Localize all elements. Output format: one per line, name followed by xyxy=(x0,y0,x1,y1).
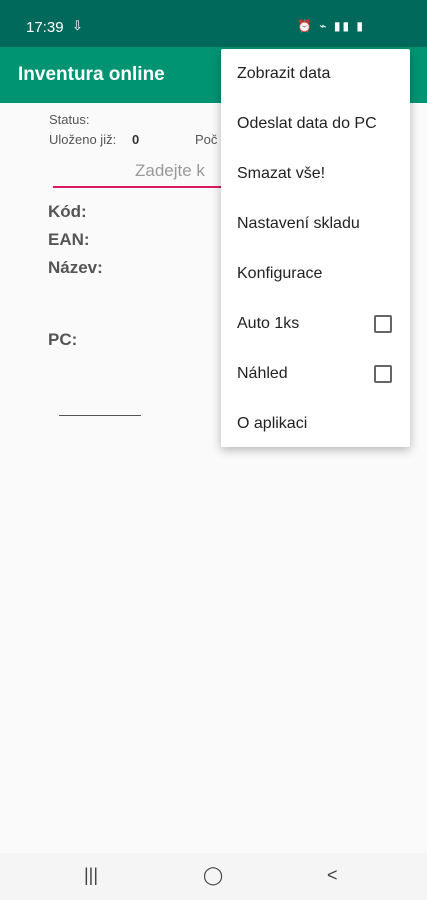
status-time: 17:39 xyxy=(26,19,64,36)
menu-item-send-to-pc[interactable]: Odeslat data do PC xyxy=(221,99,410,149)
underline-divider xyxy=(59,415,141,416)
home-button[interactable]: ◯ xyxy=(203,865,223,886)
navigation-bar: ||| ◯ < xyxy=(0,853,427,900)
recents-button[interactable]: ||| xyxy=(84,865,98,886)
menu-item-auto-1ks[interactable]: Auto 1ks xyxy=(221,299,410,349)
ean-label: EAN: xyxy=(48,230,90,249)
status-icons: ⏰ ⌁ ▮▮ ▮ xyxy=(297,19,365,33)
status-bar: 17:39 ⇩ ⏰ ⌁ ▮▮ ▮ xyxy=(0,0,427,47)
menu-item-preview[interactable]: Náhled xyxy=(221,349,410,399)
auto-1ks-checkbox[interactable] xyxy=(374,315,392,333)
name-label: Název: xyxy=(48,258,103,277)
preview-checkbox[interactable] xyxy=(374,365,392,383)
menu-item-label: Konfigurace xyxy=(237,265,323,282)
menu-item-label: Nastavení skladu xyxy=(237,215,360,232)
menu-item-show-data[interactable]: Zobrazit data xyxy=(221,49,410,99)
menu-item-label: Zobrazit data xyxy=(237,65,331,82)
menu-item-configuration[interactable]: Konfigurace xyxy=(221,249,410,299)
saved-value: 0 xyxy=(132,132,140,147)
code-label: Kód: xyxy=(48,202,87,221)
menu-item-warehouse-settings[interactable]: Nastavení skladu xyxy=(221,199,410,249)
code-input-placeholder: Zadejte k xyxy=(135,161,205,180)
menu-item-label: Smazat vše! xyxy=(237,165,326,182)
back-button[interactable]: < xyxy=(327,865,338,886)
menu-item-label: Auto 1ks xyxy=(237,315,300,332)
download-icon: ⇩ xyxy=(72,18,83,33)
menu-item-label: O aplikaci xyxy=(237,415,308,432)
menu-item-about[interactable]: O aplikaci xyxy=(221,399,410,449)
app-title: Inventura online xyxy=(18,64,165,85)
options-menu: Zobrazit data Odeslat data do PC Smazat … xyxy=(221,49,410,447)
pc-label: PC: xyxy=(48,330,78,349)
status-label: Status: xyxy=(49,112,90,127)
menu-item-label: Náhled xyxy=(237,365,288,382)
count-label: Poč xyxy=(195,132,218,147)
saved-label: Uloženo již: xyxy=(49,132,117,147)
menu-item-label: Odeslat data do PC xyxy=(237,115,377,132)
menu-item-delete-all[interactable]: Smazat vše! xyxy=(221,149,410,199)
